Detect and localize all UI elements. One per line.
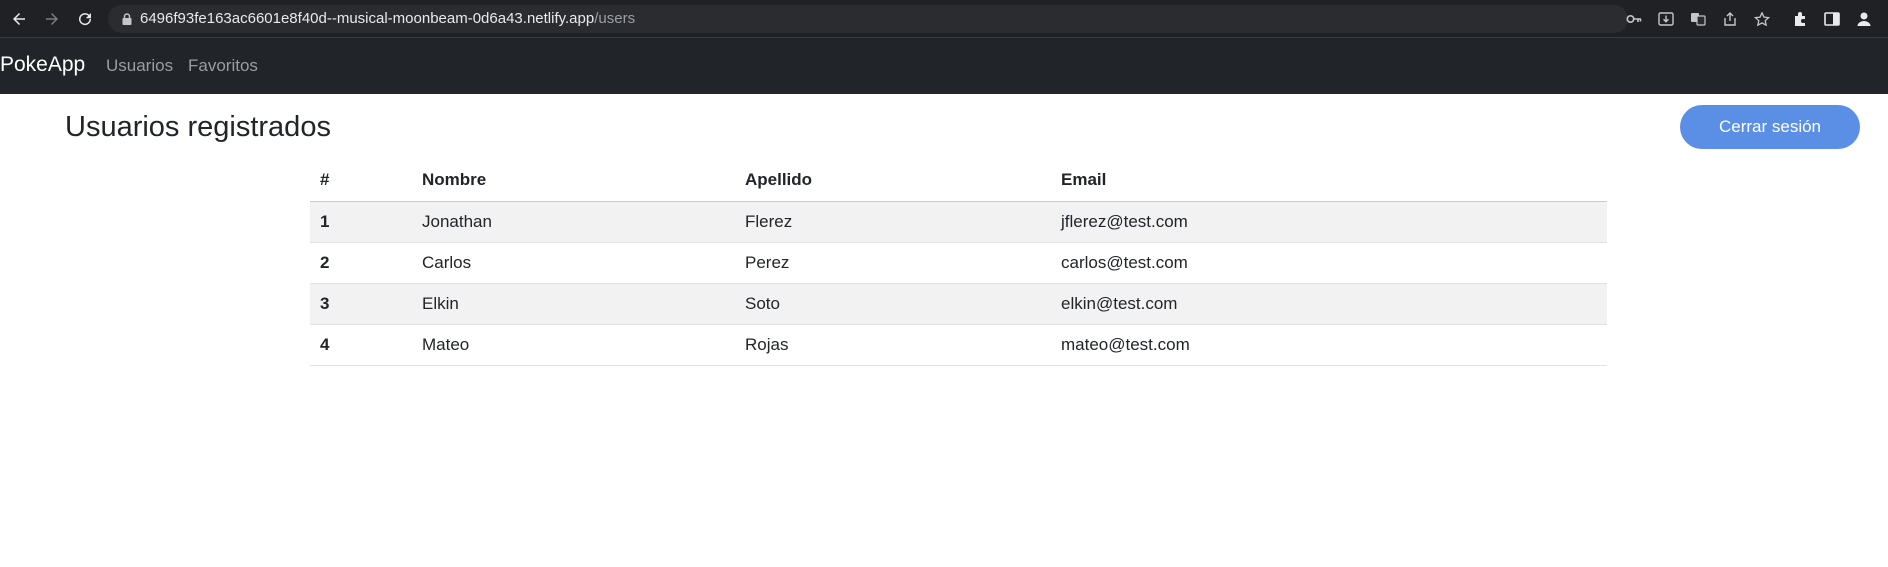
arrow-right-icon [46, 13, 58, 25]
star-icon[interactable] [1754, 12, 1770, 26]
header-index: # [310, 160, 412, 202]
table-header-row: # Nombre Apellido Email [310, 160, 1607, 202]
extensions-icon[interactable] [1791, 9, 1811, 29]
cell-apellido: Flerez [735, 201, 1051, 243]
table-row: 2 Carlos Perez carlos@test.com [310, 242, 1607, 284]
address-bar[interactable]: 6496f93fe163ac6601e8f40d--musical-moonbe… [108, 5, 1770, 33]
url-text: 6496f93fe163ac6601e8f40d--musical-moonbe… [140, 10, 635, 28]
cell-index: 2 [310, 242, 412, 284]
header-nombre: Nombre [412, 160, 735, 202]
cell-email: carlos@test.com [1051, 242, 1607, 284]
translate-icon[interactable] [1690, 12, 1706, 26]
nav-link-usuarios[interactable]: Usuarios [106, 56, 173, 76]
side-panel-icon[interactable] [1822, 9, 1842, 29]
install-icon[interactable] [1658, 12, 1674, 26]
reload-button[interactable] [74, 8, 96, 30]
cell-apellido: Rojas [735, 324, 1051, 366]
cell-index: 4 [310, 324, 412, 366]
table-row: 3 Elkin Soto elkin@test.com [310, 283, 1607, 325]
back-button[interactable] [8, 8, 30, 30]
cell-email: elkin@test.com [1051, 283, 1607, 325]
profile-icon[interactable] [1854, 9, 1874, 29]
nav-link-favoritos[interactable]: Favoritos [188, 56, 258, 76]
forward-button[interactable] [41, 8, 63, 30]
cell-apellido: Soto [735, 283, 1051, 325]
header-email: Email [1051, 160, 1607, 202]
cell-nombre: Elkin [412, 283, 735, 325]
cell-nombre: Carlos [412, 242, 735, 284]
table-row: 4 Mateo Rojas mateo@test.com [310, 324, 1607, 366]
cell-apellido: Perez [735, 242, 1051, 284]
lock-icon [122, 13, 132, 25]
cell-email: mateo@test.com [1051, 324, 1607, 366]
brand-logo[interactable]: PokeApp [0, 53, 85, 77]
url-host: 6496f93fe163ac6601e8f40d--musical-moonbe… [140, 10, 595, 27]
browser-toolbar: 6496f93fe163ac6601e8f40d--musical-moonbe… [0, 0, 1888, 38]
share-icon[interactable] [1722, 12, 1738, 26]
key-icon[interactable] [1626, 12, 1642, 26]
table-row: 1 Jonathan Flerez jflerez@test.com [310, 201, 1607, 243]
reload-icon [79, 13, 92, 26]
users-table: # Nombre Apellido Email 1 Jonathan Flere… [310, 160, 1607, 366]
page-title: Usuarios registrados [65, 111, 331, 143]
url-path: /users [594, 10, 636, 27]
cell-nombre: Jonathan [412, 201, 735, 243]
arrow-left-icon [13, 13, 25, 25]
header-apellido: Apellido [735, 160, 1051, 202]
app-navbar: PokeApp Usuarios Favoritos [0, 38, 1888, 94]
logout-button[interactable]: Cerrar sesión [1680, 105, 1860, 149]
cell-index: 3 [310, 283, 412, 325]
cell-nombre: Mateo [412, 324, 735, 366]
cell-index: 1 [310, 201, 412, 243]
cell-email: jflerez@test.com [1051, 201, 1607, 243]
